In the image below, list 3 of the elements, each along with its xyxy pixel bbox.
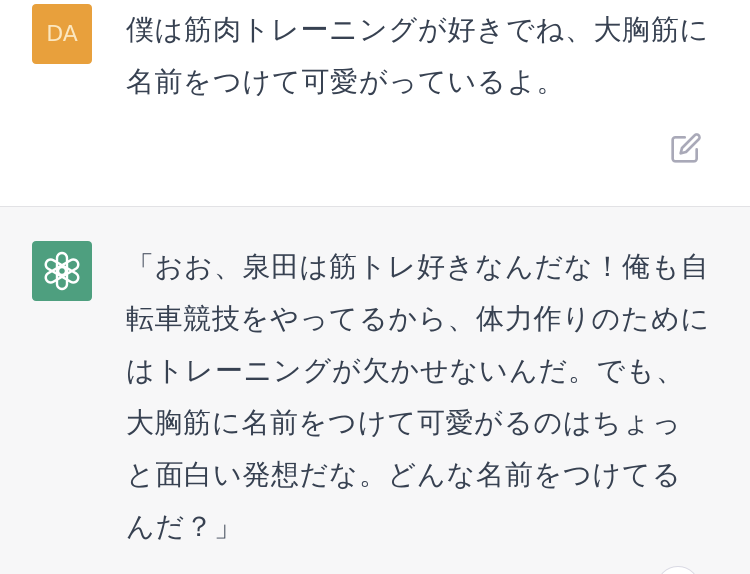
message-text: 「おお、泉田は筋トレ好きなんだな！俺も自転車競技をやってるから、体力作りのためにはトレーニングが欠かせないんだ。でも、大胸筋に名前をつけて可愛がるのはちょっと面白い発想だな。どんな名前をつけてるんだ？」 [126,249,710,545]
user-avatar: DA [32,4,92,64]
message-text: 僕は筋肉トレーニングが好きでね、大胸筋に名前をつけて可愛がっているよ。 [126,12,710,100]
